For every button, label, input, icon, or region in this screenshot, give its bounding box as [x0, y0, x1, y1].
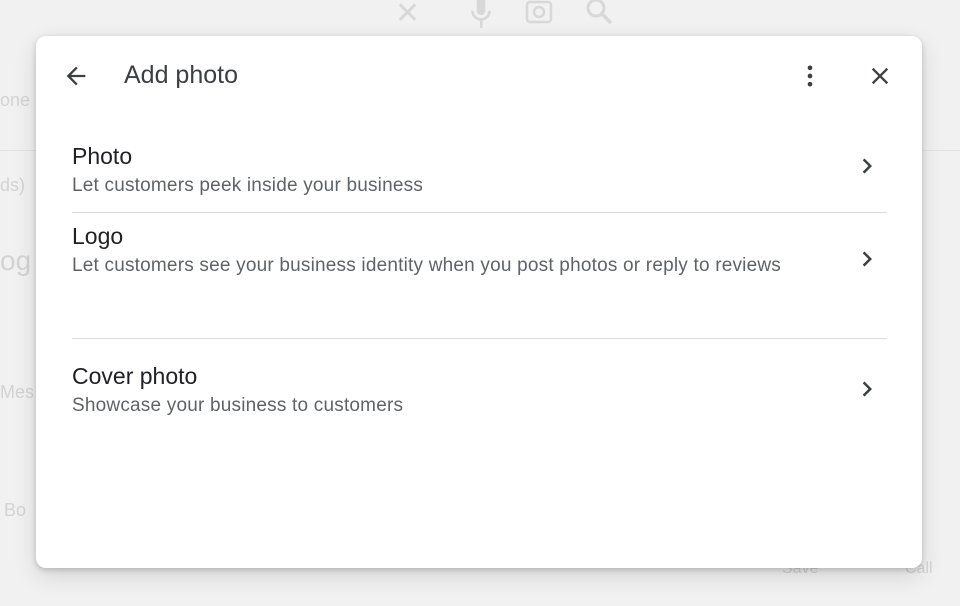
list-item-logo[interactable]: Logo Let customers see your business ide… [72, 213, 887, 339]
background-text: Mes [0, 382, 35, 402]
chevron-right-icon-graphic [862, 381, 872, 397]
background-text: ds) [0, 175, 26, 195]
close-icon: ✕ [395, 0, 421, 30]
camera-search-icon [524, 0, 554, 34]
camera-search-icon-graphic [525, 0, 553, 24]
close-icon [871, 67, 889, 85]
item-title: Photo [72, 143, 133, 169]
arrow-back-icon [66, 66, 86, 86]
item-title: Cover photo [72, 363, 198, 389]
photo-type-list: Photo Let customers peek inside your bus… [72, 131, 887, 429]
item-description: Showcase your business to customers [72, 395, 404, 416]
search-icon [584, 0, 614, 34]
background-divider [0, 150, 36, 151]
search-icon-graphic [586, 0, 613, 25]
background-divider [922, 150, 960, 151]
background-text: one [0, 90, 31, 110]
dialog-header: Add photo [36, 36, 922, 116]
item-description: Let customers see your business identity… [72, 255, 781, 276]
chevron-right-icon [847, 369, 887, 409]
list-item-photo[interactable]: Photo Let customers peek inside your bus… [72, 131, 887, 213]
dialog-title: Add photo [124, 61, 238, 89]
close-button[interactable] [860, 56, 900, 96]
more-options-button[interactable] [790, 56, 830, 96]
background-text: og [0, 245, 32, 276]
add-photo-dialog: Add photo Photo Let customers peek insid… [36, 36, 922, 568]
chevron-right-icon [847, 239, 887, 279]
back-button[interactable] [56, 56, 96, 96]
chevron-right-icon-graphic [862, 251, 872, 267]
chevron-right-icon-graphic [862, 158, 872, 174]
microphone-icon-graphic [471, 0, 491, 28]
microphone-icon [468, 0, 494, 38]
chevron-right-icon [847, 146, 887, 186]
background-text: Bo [4, 500, 27, 520]
item-title: Logo [72, 223, 124, 249]
more-vert-icon [807, 65, 813, 87]
list-item-cover-photo[interactable]: Cover photo Showcase your business to cu… [72, 339, 887, 429]
item-description: Let customers peek inside your business [72, 175, 424, 196]
